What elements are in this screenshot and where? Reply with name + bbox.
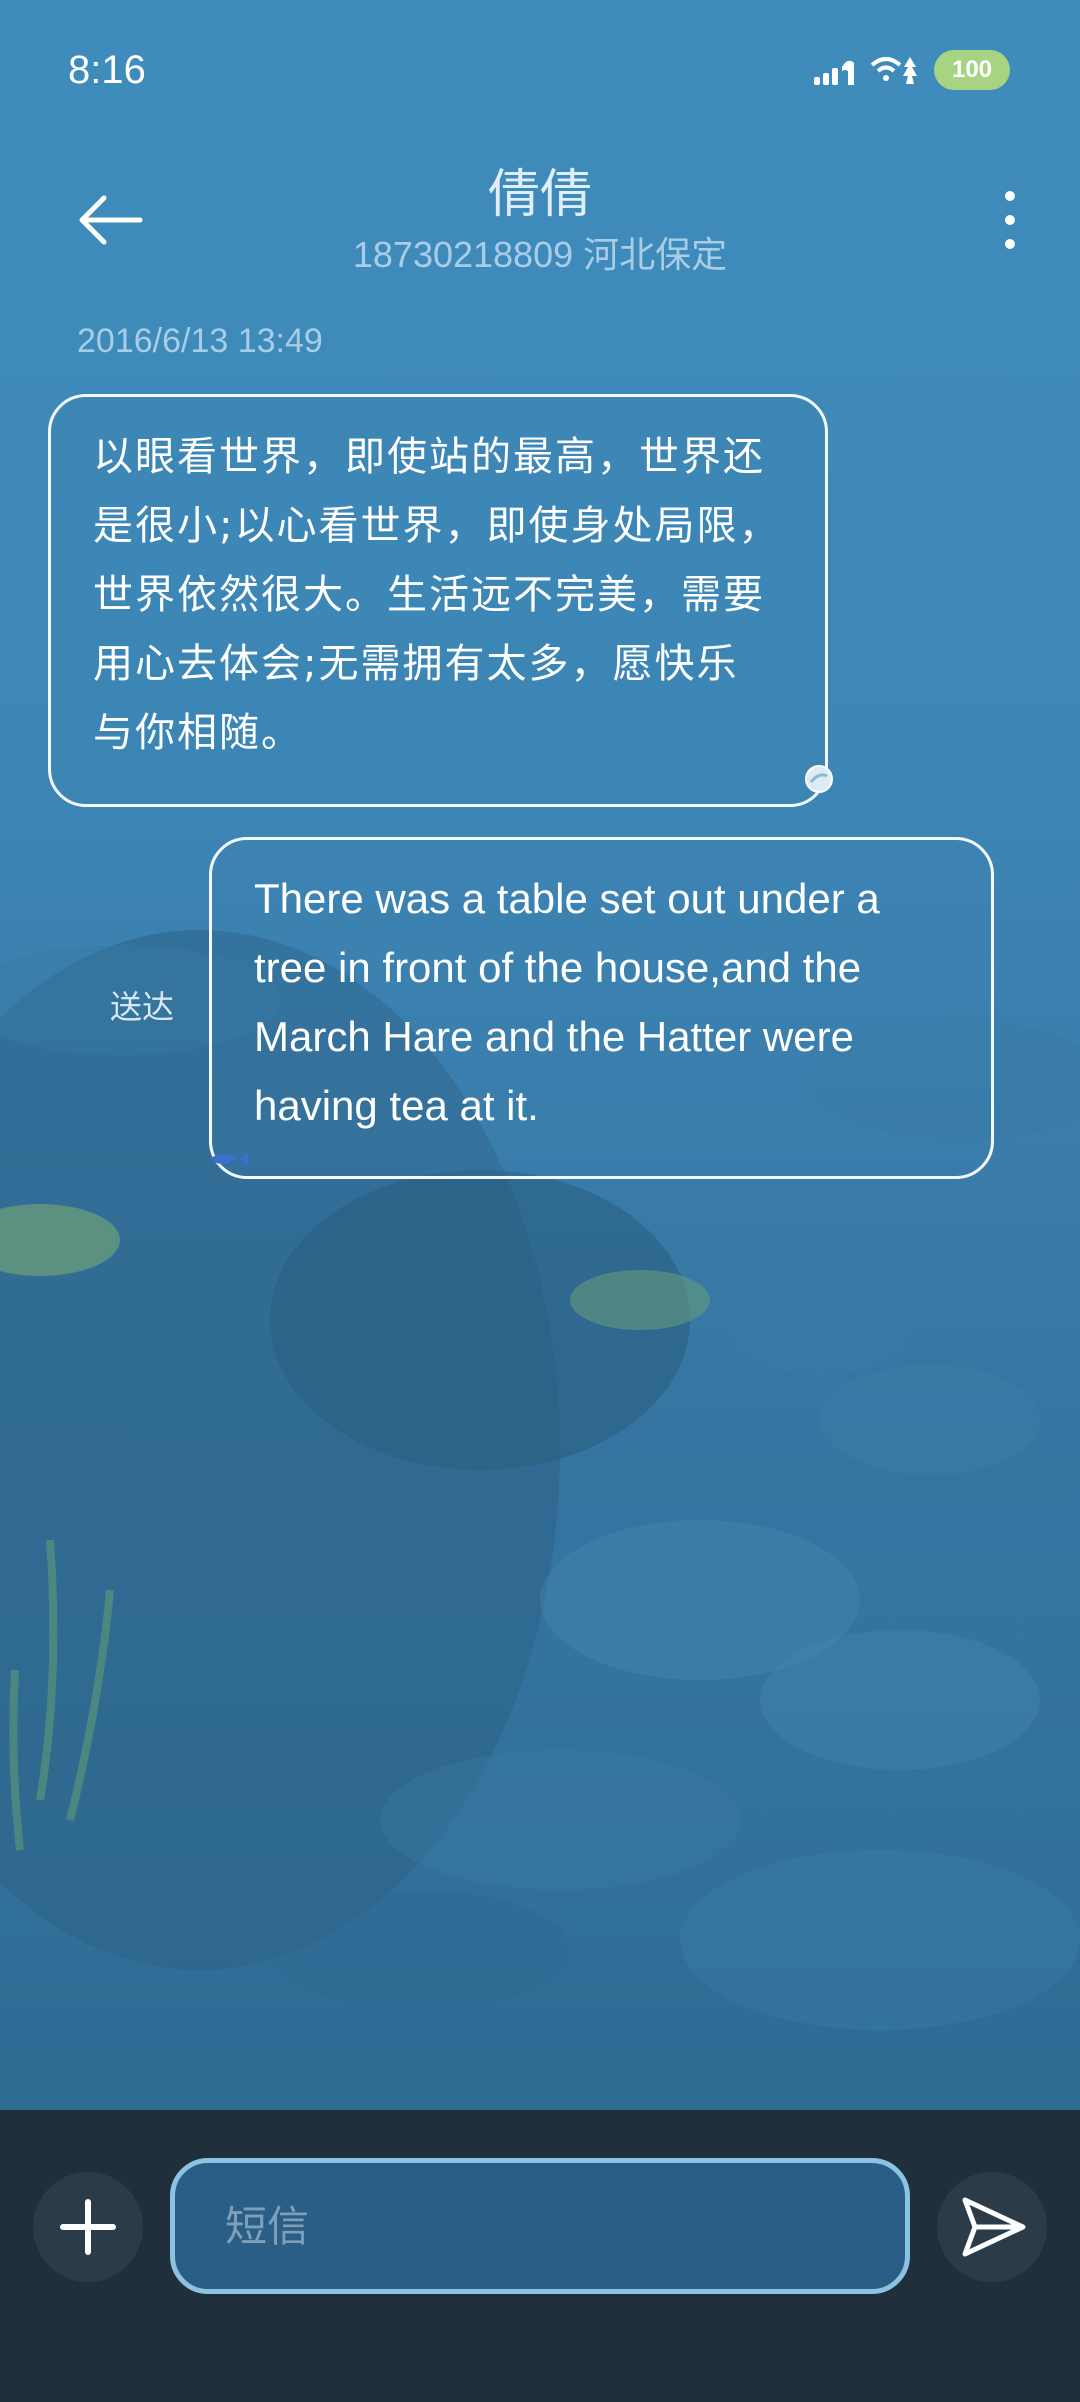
bubble-decoration-icon: [805, 765, 833, 793]
message-line: 与你相随。: [93, 710, 303, 756]
plus-icon[interactable]: [33, 2172, 143, 2282]
message-line: tree in front of the house,and the: [254, 944, 862, 991]
battery-level: 100: [951, 56, 993, 83]
message-line: March Hare and the Hatter were: [254, 1013, 854, 1060]
message-line: 用心去体会;无需拥有太多，愿快乐: [93, 641, 739, 687]
status-bar: 8:16 100: [0, 0, 1080, 150]
more-vertical-icon[interactable]: [980, 180, 1040, 260]
message-line: 以眼看世界，即使站的最高，世界还: [93, 434, 765, 480]
message-line: 世界依然很大。生活远不完美，需要: [93, 572, 765, 618]
battery-icon: 100: [934, 50, 1010, 90]
fish-decoration-icon: [210, 1152, 250, 1166]
contact-name: 倩倩: [487, 166, 592, 224]
contact-number-location: 18730218809 河北保定: [352, 234, 728, 275]
status-icons: 100: [812, 50, 1010, 90]
message-line: having tea at it.: [254, 1082, 539, 1129]
message-input[interactable]: [175, 2163, 905, 2289]
message-input-field[interactable]: [170, 2158, 910, 2294]
message-line: There was a table set out under a: [254, 875, 880, 922]
message-line: 是很小;以心看世界，即使身处局限，: [93, 503, 781, 549]
conversation-header: 倩倩 18730218809 河北保定: [0, 140, 1080, 290]
outgoing-message-bubble[interactable]: There was a table set out under a tree i…: [209, 837, 994, 1179]
message-timestamp: 2016/6/13 13:49: [77, 322, 323, 360]
signal-icon: [814, 60, 854, 85]
send-icon[interactable]: [937, 2172, 1047, 2282]
wifi-icon: [870, 57, 917, 84]
status-time: 8:16: [68, 48, 146, 92]
incoming-message-bubble[interactable]: 以眼看世界，即使站的最高，世界还 是很小;以心看世界，即使身处局限， 世界依然很…: [48, 394, 828, 807]
delivery-status: 送达: [110, 988, 175, 1026]
